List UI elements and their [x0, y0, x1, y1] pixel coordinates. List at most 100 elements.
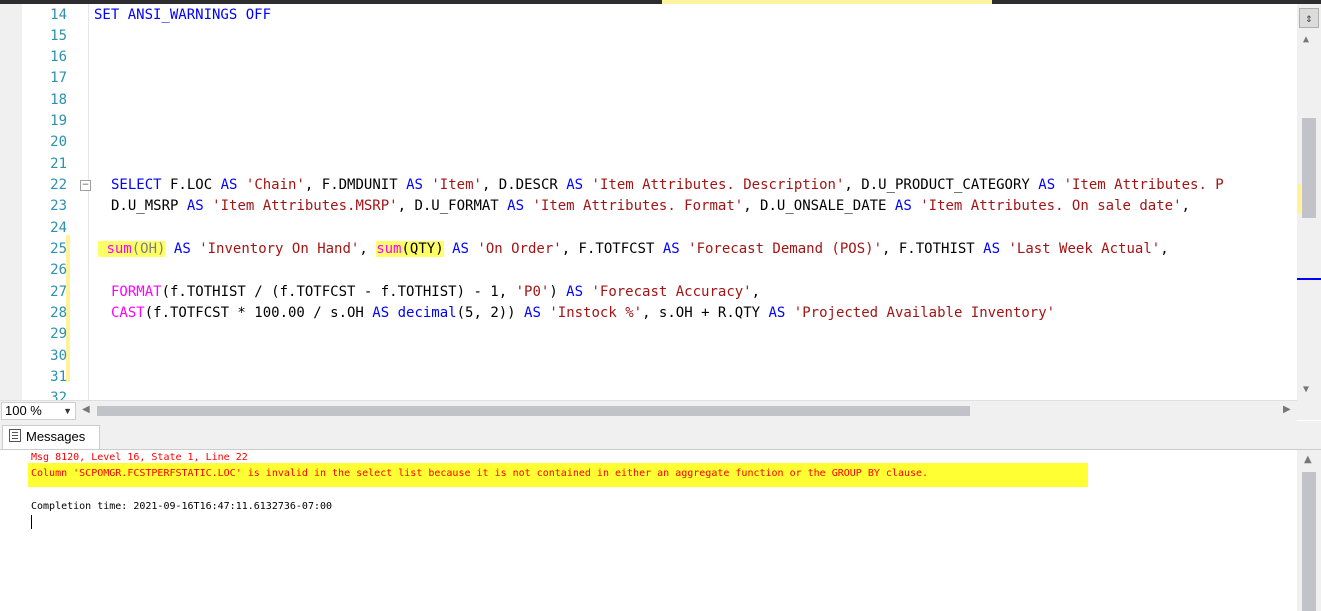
keyword: AS [983, 241, 1001, 257]
code-text: (f.TOTFCST * 100.00 / s.OH [144, 305, 373, 321]
code-line-22[interactable]: SELECT F.LOC AS 'Chain', F.DMDUNIT AS 'I… [111, 175, 1224, 196]
error-message-header: Msg 8120, Level 16, State 1, Line 22 [31, 452, 248, 463]
keyword: AS [1038, 177, 1056, 193]
scroll-down-arrow-icon[interactable]: ▼ [1303, 384, 1309, 395]
string-literal: 'Forecast Demand (POS)' [688, 241, 883, 257]
code-text: , s.OH + R.QTY [642, 305, 769, 321]
code-text: F.LOC [161, 177, 221, 193]
scroll-left-arrow-icon[interactable]: ◀ [82, 404, 90, 415]
line-number: 27 [50, 284, 67, 300]
string-literal: 'P0' [515, 284, 550, 300]
line-number: 28 [50, 305, 67, 321]
split-view-icon[interactable]: ⇕ [1299, 8, 1319, 28]
keyword: AS [566, 284, 584, 300]
code-text: (f.TOTHIST / (f.TOTFCST - f.TOTHIST) - 1… [161, 284, 516, 300]
completion-time: Completion time: 2021-09-16T16:47:11.613… [31, 501, 333, 512]
editor-margin [0, 4, 22, 400]
zoom-value: 100 % [5, 403, 42, 418]
error-message-text: Column 'SCPOMGR.FCSTPERFSTATIC.LOC' is i… [31, 468, 929, 479]
string-literal: 'Forecast Accuracy' [591, 284, 752, 300]
zoom-select[interactable]: 100 % ▼ [1, 402, 76, 420]
scroll-thumb[interactable] [1302, 118, 1316, 218]
editor-gutter-divider [88, 4, 89, 400]
messages-icon [9, 429, 21, 442]
code-line-28[interactable]: CAST(f.TOTFCST * 100.00 / s.OH AS decima… [111, 303, 1055, 324]
cursor-position-marker [1297, 278, 1321, 280]
change-marker [1297, 184, 1301, 214]
chevron-down-icon: ▼ [63, 406, 72, 416]
string-literal: 'Last Week Actual' [1008, 241, 1161, 257]
code-text: ) [549, 284, 567, 300]
highlight-sum-qty: sum(QTY) [376, 241, 444, 257]
keyword: AS [566, 177, 584, 193]
code-text: D.U_MSRP [111, 198, 187, 214]
keyword: decimal [397, 305, 457, 321]
code-line-14[interactable]: SET ANSI_WARNINGS OFF [94, 5, 271, 26]
horizontal-scroll-thumb[interactable] [97, 406, 970, 416]
code-text: (QTY) [401, 241, 444, 257]
function-name: CAST [111, 305, 145, 321]
string-literal: 'Item Attributes. On sale date' [920, 198, 1182, 214]
line-number: 24 [50, 220, 67, 236]
keyword: AS [372, 305, 390, 321]
scrollbar-corner [1297, 400, 1321, 420]
scroll-right-arrow-icon[interactable]: ▶ [1283, 404, 1291, 415]
tab-label: Messages [26, 429, 86, 444]
code-text: , [1160, 241, 1169, 257]
collapse-toggle[interactable]: − [80, 180, 91, 191]
line-number: 22 [50, 177, 67, 193]
scroll-up-arrow-icon[interactable]: ▲ [1303, 34, 1309, 45]
messages-vertical-scrollbar[interactable]: ▲ [1297, 450, 1321, 611]
code-line-27[interactable]: FORMAT(f.TOTHIST / (f.TOTFCST - f.TOTHIS… [111, 282, 760, 303]
code-text: (5, 2)) [456, 305, 525, 321]
code-text: , D.U_ONSALE_DATE [743, 198, 895, 214]
scroll-up-arrow-icon[interactable]: ▲ [1304, 454, 1312, 465]
results-tabstrip: Messages [0, 421, 1321, 450]
line-number: 17 [50, 70, 67, 86]
line-number: 20 [50, 134, 67, 150]
line-number: 23 [50, 198, 67, 214]
keyword: AS [768, 305, 786, 321]
code-text: , D.DESCR [481, 177, 567, 193]
string-literal: 'Projected Available Inventory' [793, 305, 1056, 321]
function-name: FORMAT [111, 284, 162, 300]
string-literal: 'On Order' [477, 241, 562, 257]
text-cursor [31, 515, 32, 529]
editor-vertical-scrollbar[interactable]: ⇕ ▲ ▼ [1297, 4, 1321, 400]
line-number: 31 [50, 369, 67, 385]
code-text: , F.TOTFCST [561, 241, 663, 257]
keyword: AS [173, 241, 191, 257]
line-number: 30 [50, 348, 67, 364]
line-number: 29 [50, 326, 67, 342]
code-text: , D.U_PRODUCT_CATEGORY [844, 177, 1039, 193]
line-number: 25 [50, 241, 67, 257]
keyword: SELECT [111, 177, 162, 193]
line-number: 16 [50, 49, 67, 65]
code-text: (OH) [131, 241, 166, 257]
scroll-thumb[interactable] [1302, 472, 1316, 611]
keyword: SET ANSI_WARNINGS OFF [94, 7, 272, 23]
keyword: AS [894, 198, 912, 214]
code-text: , D.U_FORMAT [397, 198, 508, 214]
keyword: AS [662, 241, 680, 257]
string-literal: 'Item Attributes.MSRP' [212, 198, 398, 214]
keyword: AS [524, 305, 541, 321]
code-line-23[interactable]: D.U_MSRP AS 'Item Attributes.MSRP', D.U_… [111, 196, 1190, 217]
code-text: , [751, 284, 761, 300]
string-literal: 'Instock %' [549, 305, 643, 321]
messages-panel[interactable]: Msg 8120, Level 16, State 1, Line 22 Col… [0, 450, 1297, 611]
function-name: sum [106, 241, 132, 257]
string-literal: 'Item Attributes. P [1063, 177, 1224, 193]
string-literal: 'Item Attributes. Format' [532, 198, 744, 214]
code-text: , [359, 241, 377, 257]
string-literal: 'Chain' [245, 177, 305, 193]
query-editor[interactable]: − 14 15 16 17 18 19 20 21 22 23 24 25 26… [0, 4, 1297, 400]
code-line-25[interactable]: sum(OH) AS 'Inventory On Hand', sum(QTY)… [98, 239, 1169, 260]
keyword: AS [406, 177, 423, 193]
function-name: sum [376, 241, 402, 257]
tab-messages[interactable]: Messages [2, 425, 100, 449]
line-number: 21 [50, 156, 67, 172]
highlight-sum-oh: sum(OH) [98, 241, 166, 257]
editor-horizontal-bar: 100 % ▼ ◀ ▶ [0, 400, 1297, 421]
keyword: AS [186, 198, 204, 214]
